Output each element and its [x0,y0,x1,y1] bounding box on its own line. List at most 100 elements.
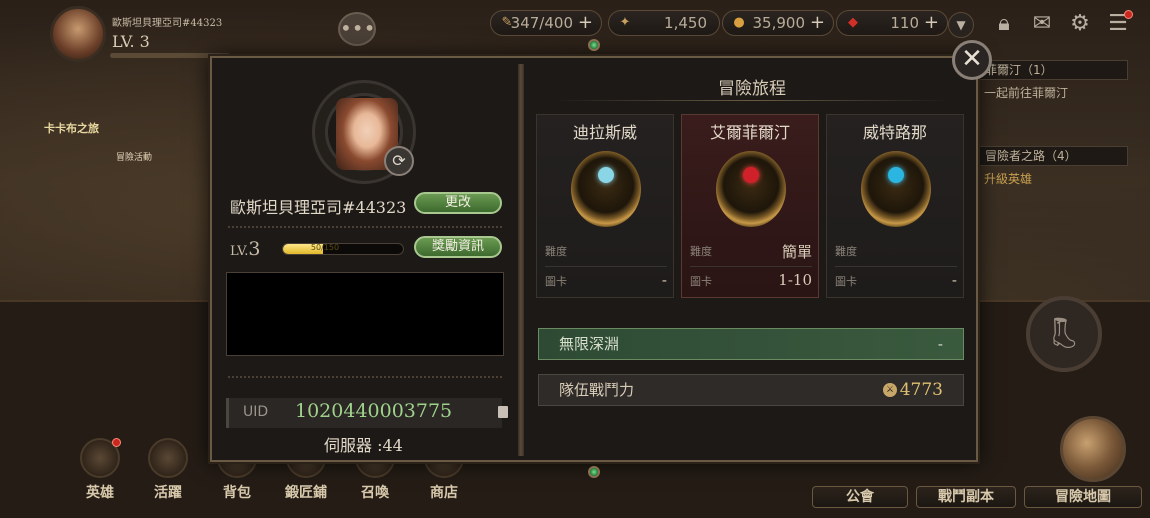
region-name: 威特路那 [862,123,927,142]
stage-label: 圖卡 [835,275,857,288]
difficulty-row: 難度 [835,243,957,267]
add-stamina-button[interactable]: + [578,11,593,35]
shop-sign: 卡卡布之旅 [44,122,99,135]
resource-star-value: 1,450 [664,14,707,32]
star-badge-icon: ✦ [619,15,631,30]
region-name: 迪拉斯威 [572,123,637,142]
boot-icon[interactable]: 👢︎ [1026,296,1102,372]
stage-value: - [951,271,957,289]
add-gem-button[interactable]: + [924,11,939,35]
nav-summon-label: 召喚 [361,485,389,501]
difficulty-row: 難度 [545,243,667,267]
lock-icon[interactable]: 🔒︎ [990,10,1018,38]
mail-icon[interactable]: ✉ [1028,10,1056,38]
resource-gem[interactable]: ◆ 110 + [836,10,948,36]
resource-stamina[interactable]: ✎ 347/400 + [490,10,602,36]
region-emblem-icon [571,151,641,227]
nav-adventure-map[interactable]: 冒險地圖 [1024,486,1142,508]
nav-shop-label: 商店 [430,485,458,501]
refresh-icon[interactable]: ⟳ [384,146,414,176]
power-value: 4773 [899,380,943,400]
level-prefix: LV. [230,244,249,259]
region-core-gem [598,167,614,183]
nav-guild[interactable]: 公會 [812,486,908,508]
nav-bag-label: 背包 [223,485,251,501]
chat-bubble-icon[interactable]: ••• [338,12,376,46]
modal-bottom-gem [588,466,600,478]
difficulty-label: 難度 [835,245,857,258]
region-name: 艾爾菲爾汀 [709,123,790,142]
change-name-button[interactable]: 更改 [414,192,502,214]
gear-icon[interactable]: ⚙ [1066,10,1094,38]
heroes-notification-dot [112,438,121,447]
nav-activity-label: 活躍 [154,485,182,501]
coin-icon: ● [733,15,745,30]
red-crystal-icon: ◆ [848,15,858,30]
player-level: LV. 3 [112,32,150,51]
difficulty-row: 難度 簡單 [690,243,812,267]
resource-gold[interactable]: ● 35,900 + [722,10,834,36]
region-core-gem [888,167,904,183]
abyss-value: - [937,335,943,353]
resource-gold-value: 35,900 [752,14,806,32]
menu-notification-dot [1124,10,1133,19]
quest-2-subtitle: 升級英雄 [984,172,1033,186]
stage-label: 圖卡 [545,275,567,288]
stage-value: 1-10 [778,271,812,289]
journey-title: 冒險旅程 [718,79,786,99]
reward-info-button[interactable]: 獎勵資訊 [414,236,502,258]
feather-icon: ✎ [501,15,513,30]
close-icon[interactable]: ✕ [952,40,992,80]
uid-value: 1020440003775 [295,400,453,422]
stage-label: 圖卡 [690,275,712,288]
profile-level: LV.3 [230,238,260,260]
journey-title-underline [552,100,952,101]
separator-dots [228,226,502,228]
level-value: 3 [248,238,261,260]
panel-divider [518,64,524,456]
add-gold-button[interactable]: + [810,11,825,35]
resource-gem-value: 110 [890,14,919,32]
nav-heroes-label: 英雄 [86,485,114,501]
region-card-elfelding[interactable]: 艾爾菲爾汀 難度 簡單 圖卡 1-10 [681,114,819,298]
copy-icon[interactable] [498,406,508,418]
nav-heroes[interactable]: 英雄 [72,438,128,502]
uid-label: UID [243,404,269,420]
event-label[interactable]: 冒險活動 [116,150,152,163]
scroll-icon [148,438,188,478]
profile-modal: ⟳ 歐斯坦貝理亞司#44323 更改 LV.3 50/150 獎勵資訊 UID … [210,56,978,462]
xp-bar: 50/150 [282,243,404,255]
server-label: 伺服器 :44 [324,436,403,455]
region-emblem-icon [861,151,931,227]
quest-2-title: 冒險者之路（4） [985,149,1077,163]
globe-icon[interactable] [1060,416,1126,482]
player-name: 歐斯坦貝理亞司#44323 [112,18,223,29]
stage-row: 圖卡 1-10 [690,271,812,297]
quest-tracker-2[interactable]: 冒險者之路（4） [978,146,1128,166]
nav-blacksmith-label: 鍛匠鋪 [285,485,327,501]
chevron-down-icon[interactable]: ▼ [948,12,974,38]
stage-row: 圖卡 - [835,271,957,297]
xp-text: 50/150 [310,243,340,252]
power-label: 隊伍戰鬥力 [559,381,635,399]
infinite-abyss-row[interactable]: 無限深淵 - [538,328,964,360]
difficulty-label: 難度 [690,245,712,258]
nav-activity[interactable]: 活躍 [140,438,196,502]
player-avatar[interactable] [50,6,106,62]
nav-battle-dungeon[interactable]: 戰鬥副本 [916,486,1016,508]
region-emblem-icon [716,151,786,227]
difficulty-value: 簡單 [781,243,812,261]
profile-name: 歐斯坦貝理亞司#44323 [230,198,407,217]
region-card-dilasway[interactable]: 迪拉斯威 難度 圖卡 - [536,114,674,298]
region-card-witerna[interactable]: 威特路那 難度 圖卡 - [826,114,964,298]
resource-star[interactable]: ✦ 1,450 [608,10,720,36]
profile-message-box[interactable] [226,272,504,356]
quest-1-title: 菲爾汀（1） [985,63,1053,77]
modal-top-gem [588,39,600,51]
difficulty-label: 難度 [545,245,567,258]
region-core-gem [743,167,759,183]
stage-value: - [661,271,667,289]
resource-stamina-value: 347/400 [510,14,573,32]
abyss-label: 無限深淵 [559,335,620,353]
quest-tracker-1[interactable]: 菲爾汀（1） [978,60,1128,80]
